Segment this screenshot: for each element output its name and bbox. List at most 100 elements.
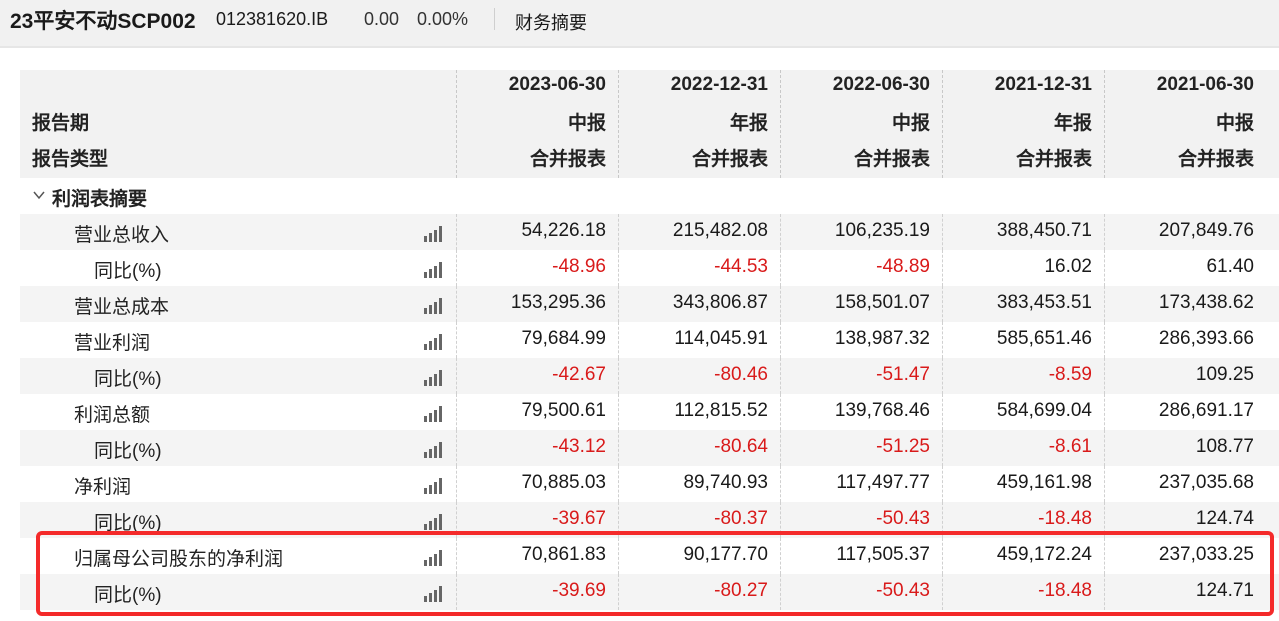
column-header-period: 中报 xyxy=(567,113,606,134)
table-cell: 388,450.71 xyxy=(996,220,1092,241)
table-cell: -18.48 xyxy=(1038,580,1092,601)
bar-chart-icon[interactable] xyxy=(424,512,444,530)
bar-chart-icon[interactable] xyxy=(424,476,444,494)
column-header: 2022-06-30 中报 合并报表 xyxy=(780,70,942,178)
bar-chart-icon[interactable] xyxy=(424,548,444,566)
row-label: 同比(%) xyxy=(94,585,162,606)
table-cell: 153,295.36 xyxy=(510,292,606,313)
table-cell: -80.64 xyxy=(714,436,768,457)
table-cell: -50.43 xyxy=(876,508,930,529)
table-cell: -51.47 xyxy=(876,364,930,385)
column-header-date: 2022-12-31 xyxy=(670,74,768,95)
bond-code: 012381620.IB xyxy=(216,9,329,29)
column-header-type: 合并报表 xyxy=(1015,149,1092,170)
table-cell: 286,691.17 xyxy=(1158,400,1254,421)
table-row: 同比(%) -39.67 -80.37 -50.43 -18.48 124.74 xyxy=(20,502,1279,538)
header-label-period: 报告期 xyxy=(32,113,90,134)
table-cell: 207,849.76 xyxy=(1158,220,1254,241)
table-cell: 215,482.08 xyxy=(672,220,768,241)
bar-chart-icon[interactable] xyxy=(424,404,444,422)
table-cell: 54,226.18 xyxy=(521,220,606,241)
section-profit-summary[interactable]: 利润表摘要 xyxy=(20,178,1279,214)
table-row: 营业总收入 54,226.18 215,482.08 106,235.19 388,45… xyxy=(20,214,1279,250)
column-header-date: 2022-06-30 xyxy=(832,74,930,95)
bar-chart-icon[interactable] xyxy=(424,332,444,350)
table-cell: 124.71 xyxy=(1195,580,1254,601)
table-row: 同比(%) -48.96 -44.53 -48.89 16.02 61.40 xyxy=(20,250,1279,286)
table-cell: 114,045.91 xyxy=(674,328,768,349)
table-cell: -80.27 xyxy=(714,580,768,601)
bond-title: 23平安不动SCP002 xyxy=(10,10,196,33)
bond-change-pct: 0.00% xyxy=(417,9,469,29)
column-header: 2023-06-30 中报 合并报表 xyxy=(456,70,618,178)
column-header-type: 合并报表 xyxy=(691,149,768,170)
table-cell: -39.69 xyxy=(552,580,606,601)
bar-chart-icon[interactable] xyxy=(424,440,444,458)
table-cell: -48.89 xyxy=(876,256,930,277)
table-cell: 237,033.25 xyxy=(1158,544,1254,565)
table-cell: -44.53 xyxy=(714,256,768,277)
divider xyxy=(494,8,495,30)
column-header-date: 2021-06-30 xyxy=(1156,74,1254,95)
column-header: 2021-12-31 年报 合并报表 xyxy=(942,70,1104,178)
table-cell: 584,699.04 xyxy=(996,400,1092,421)
table-cell: 117,497.77 xyxy=(836,472,930,493)
chevron-down-icon[interactable] xyxy=(32,188,46,202)
table-cell: 108.77 xyxy=(1195,436,1254,457)
section-title: 利润表摘要 xyxy=(52,189,148,210)
table-cell: 124.74 xyxy=(1195,508,1254,529)
bar-chart-icon[interactable] xyxy=(424,296,444,314)
table-cell: -39.67 xyxy=(552,508,606,529)
row-label: 同比(%) xyxy=(94,513,162,534)
table-row: 同比(%) -43.12 -80.64 -51.25 -8.61 108.77 xyxy=(20,430,1279,466)
header-label-type: 报告类型 xyxy=(32,149,109,170)
table-cell: -8.59 xyxy=(1048,364,1092,385)
bar-chart-icon[interactable] xyxy=(424,260,444,278)
column-header: 2022-12-31 年报 合并报表 xyxy=(618,70,780,178)
table-cell: -42.67 xyxy=(552,364,606,385)
table-cell: -48.96 xyxy=(552,256,606,277)
table-cell: 459,172.24 xyxy=(996,544,1092,565)
table-cell: 117,505.37 xyxy=(836,544,930,565)
table-cell: 109.25 xyxy=(1195,364,1254,385)
row-label: 同比(%) xyxy=(94,369,162,390)
bar-chart-icon[interactable] xyxy=(424,368,444,386)
row-label: 利润总额 xyxy=(74,405,151,426)
row-label: 营业总收入 xyxy=(74,225,170,246)
bar-chart-icon[interactable] xyxy=(424,584,444,602)
table-cell: 70,861.83 xyxy=(521,544,606,565)
table-cell: 286,393.66 xyxy=(1158,328,1254,349)
table-cell: 79,684.99 xyxy=(521,328,606,349)
table-cell: 79,500.61 xyxy=(521,400,606,421)
bar-chart-icon[interactable] xyxy=(424,224,444,242)
table-cell: -51.25 xyxy=(876,436,930,457)
table-cell: 343,806.87 xyxy=(672,292,768,313)
section-tab-financial-summary[interactable]: 财务摘要 xyxy=(515,9,587,35)
table-cell: -43.12 xyxy=(552,436,606,457)
column-header: 2021-06-30 中报 合并报表 xyxy=(1104,70,1266,178)
row-label: 同比(%) xyxy=(94,261,162,282)
row-label: 同比(%) xyxy=(94,441,162,462)
table-header: 报告期 报告类型 2023-06-30 中报 合并报表 2022-12-31 年报 合并报… xyxy=(20,70,1279,178)
table-row: 营业利润 79,684.99 114,045.91 138,987.32 585,651… xyxy=(20,322,1279,358)
column-header-type: 合并报表 xyxy=(1177,149,1254,170)
row-label: 营业总成本 xyxy=(74,297,170,318)
bond-price: 0.00 xyxy=(364,9,400,29)
table-cell: 158,501.07 xyxy=(834,292,930,313)
table-cell: 237,035.68 xyxy=(1158,472,1254,493)
table-cell: 90,177.70 xyxy=(683,544,768,565)
table-cell: 173,438.62 xyxy=(1158,292,1254,313)
table-row: 同比(%) -39.69 -80.27 -50.43 -18.48 124.71 xyxy=(20,574,1279,610)
table-cell: -80.46 xyxy=(714,364,768,385)
top-bar: 23平安不动SCP002 012381620.IB 0.00 0.00% 财务摘… xyxy=(0,0,1279,48)
table-cell: -50.43 xyxy=(876,580,930,601)
table-cell: 70,885.03 xyxy=(521,472,606,493)
table-row: 归属母公司股东的净利润 70,861.83 90,177.70 117,505.37 4… xyxy=(20,538,1279,574)
table-cell: 585,651.46 xyxy=(996,328,1092,349)
column-header-type: 合并报表 xyxy=(529,149,606,170)
row-label: 净利润 xyxy=(74,477,132,498)
column-header-period: 中报 xyxy=(891,113,930,134)
table-cell: 138,987.32 xyxy=(834,328,930,349)
table-cell: -80.37 xyxy=(714,508,768,529)
table-cell: 139,768.46 xyxy=(834,400,930,421)
